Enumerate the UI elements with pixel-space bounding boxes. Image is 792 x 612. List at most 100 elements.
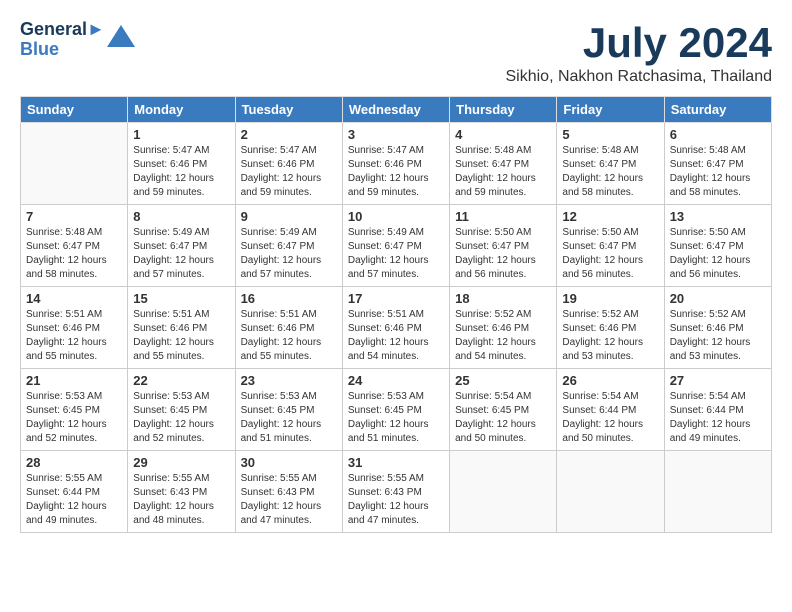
day-content-line: and 57 minutes. xyxy=(241,269,312,280)
calendar-cell: 8 Sunrise: 5:49 AMSunset: 6:47 PMDaylight… xyxy=(128,205,235,287)
day-content: Sunrise: 5:52 AMSunset: 6:46 PMDaylight:… xyxy=(670,308,766,364)
day-content-line: Daylight: 12 hours xyxy=(348,337,429,348)
day-content-line: Sunset: 6:46 PM xyxy=(348,323,422,334)
day-content-line: and 59 minutes. xyxy=(241,187,312,198)
day-content-line: and 58 minutes. xyxy=(670,187,741,198)
day-content-line: Sunrise: 5:55 AM xyxy=(348,473,424,484)
day-number: 8 xyxy=(133,209,229,224)
calendar-cell: 15Sunrise: 5:51 AMSunset: 6:46 PMDayligh… xyxy=(128,287,235,369)
day-content: Sunrise: 5:50 AMSunset: 6:47 PMDaylight:… xyxy=(670,226,766,282)
day-content-line: Daylight: 12 hours xyxy=(133,173,214,184)
day-number: 3 xyxy=(348,127,444,142)
day-content-line: Sunset: 6:44 PM xyxy=(562,405,636,416)
day-number: 21 xyxy=(26,373,122,388)
day-content-line: and 59 minutes. xyxy=(348,187,419,198)
day-content: Sunrise: 5:54 AMSunset: 6:44 PMDaylight:… xyxy=(670,390,766,446)
day-content-line: Sunrise: 5:51 AM xyxy=(133,309,209,320)
day-content: Sunrise: 5:47 AMSunset: 6:46 PMDaylight:… xyxy=(133,144,229,200)
day-content-line: and 56 minutes. xyxy=(670,269,741,280)
day-content-line: Sunset: 6:46 PM xyxy=(26,323,100,334)
day-content-line: Sunrise: 5:55 AM xyxy=(26,473,102,484)
day-content: Sunrise: 5:54 AMSunset: 6:44 PMDaylight:… xyxy=(562,390,658,446)
calendar-cell: 29Sunrise: 5:55 AMSunset: 6:43 PMDayligh… xyxy=(128,451,235,533)
day-number: 6 xyxy=(670,127,766,142)
day-content-line: Sunset: 6:47 PM xyxy=(562,241,636,252)
calendar-cell: 13 Sunrise: 5:50 AMSunset: 6:47 PMDayligh… xyxy=(664,205,771,287)
day-content: Sunrise: 5:49 AMSunset: 6:47 PMDaylight:… xyxy=(241,226,337,282)
calendar-cell: 11Sunrise: 5:50 AMSunset: 6:47 PMDayligh… xyxy=(450,205,557,287)
day-content-line: and 52 minutes. xyxy=(26,433,97,444)
day-number: 13 xyxy=(670,209,766,224)
day-content-line: Sunrise: 5:51 AM xyxy=(26,309,102,320)
day-content-line: Daylight: 12 hours xyxy=(562,419,643,430)
day-number: 28 xyxy=(26,455,122,470)
day-content: Sunrise: 5:49 AMSunset: 6:47 PMDaylight:… xyxy=(133,226,229,282)
calendar-week-4: 21 Sunrise: 5:53 AM Sunset: 6:45 PM Dayligh… xyxy=(21,369,772,451)
day-content-line: Sunset: 6:47 PM xyxy=(670,159,744,170)
day-content-line: Sunrise: 5:48 AM xyxy=(455,145,531,156)
calendar-cell: 27Sunrise: 5:54 AMSunset: 6:44 PMDayligh… xyxy=(664,369,771,451)
calendar-cell: 6Sunrise: 5:48 AMSunset: 6:47 PMDaylight… xyxy=(664,123,771,205)
day-content-line: Sunrise: 5:54 AM xyxy=(455,391,531,402)
day-number: 17 xyxy=(348,291,444,306)
calendar-week-1: 1Sunrise: 5:47 AMSunset: 6:46 PMDaylight… xyxy=(21,123,772,205)
page-header: General► Blue July 2024 Sikhio, Nakhon R… xyxy=(20,20,772,86)
calendar-cell: 19Sunrise: 5:52 AMSunset: 6:46 PMDayligh… xyxy=(557,287,664,369)
day-content-line: Daylight: 12 hours xyxy=(455,173,536,184)
day-content-line: Sunset: 6:45 PM xyxy=(133,405,207,416)
day-content-line: Sunrise: 5:51 AM xyxy=(348,309,424,320)
calendar-cell: 16Sunrise: 5:51 AMSunset: 6:46 PMDayligh… xyxy=(235,287,342,369)
day-content-line: and 53 minutes. xyxy=(562,351,633,362)
calendar-week-2: 7Sunrise: 5:48 AMSunset: 6:47 PMDaylight… xyxy=(21,205,772,287)
day-number: 24 xyxy=(348,373,444,388)
day-content-line: Sunrise: 5:51 AM xyxy=(241,309,317,320)
weekday-header-row: SundayMondayTuesdayWednesdayThursdayFrid… xyxy=(21,97,772,123)
calendar-week-5: 28Sunrise: 5:55 AMSunset: 6:44 PMDayligh… xyxy=(21,451,772,533)
day-number: 12 xyxy=(562,209,658,224)
calendar-cell: 17 Sunrise: 5:51 AM Sunset: 6:46 PM Dayligh… xyxy=(342,287,449,369)
day-content-line: Sunset: 6:47 PM xyxy=(26,241,100,252)
day-number: 5 xyxy=(562,127,658,142)
day-content-line: and 58 minutes. xyxy=(562,187,633,198)
month-title: July 2024 xyxy=(505,20,772,66)
day-content: Sunrise: 5:50 AMSunset: 6:47 PMDaylight:… xyxy=(562,226,658,282)
calendar-cell: 5Sunrise: 5:48 AMSunset: 6:47 PMDaylight… xyxy=(557,123,664,205)
day-content-line: and 50 minutes. xyxy=(562,433,633,444)
calendar-cell: 3Sunrise: 5:47 AMSunset: 6:46 PMDaylight… xyxy=(342,123,449,205)
day-content-line: Daylight: 12 hours xyxy=(241,255,322,266)
day-content-line: and 52 minutes. xyxy=(133,433,204,444)
title-block: July 2024 Sikhio, Nakhon Ratchasima, Tha… xyxy=(505,20,772,86)
day-content-line: and 59 minutes. xyxy=(455,187,526,198)
day-number: 4 xyxy=(455,127,551,142)
day-content-line: Daylight: 12 hours xyxy=(670,419,751,430)
day-content-line: Sunrise: 5:53 AM xyxy=(26,391,102,402)
day-content-line: Sunrise: 5:53 AM xyxy=(348,391,424,402)
day-number: 31 xyxy=(348,455,444,470)
day-content-line: Sunset: 6:47 PM xyxy=(455,159,529,170)
day-number: 2 xyxy=(241,127,337,142)
day-content-line: Sunset: 6:43 PM xyxy=(348,487,422,498)
day-content-line: and 47 minutes. xyxy=(348,515,419,526)
weekday-header-tuesday: Tuesday xyxy=(235,97,342,123)
day-content-line: Sunrise: 5:55 AM xyxy=(241,473,317,484)
day-content-line: and 57 minutes. xyxy=(133,269,204,280)
day-number: 30 xyxy=(241,455,337,470)
calendar-cell xyxy=(450,451,557,533)
day-content-line: Sunset: 6:47 PM xyxy=(348,241,422,252)
day-content-line: Sunset: 6:45 PM xyxy=(455,405,529,416)
day-number: 10 xyxy=(348,209,444,224)
day-content-line: Daylight: 12 hours xyxy=(241,173,322,184)
day-content-line: and 58 minutes. xyxy=(26,269,97,280)
day-content-line: Daylight: 12 hours xyxy=(670,337,751,348)
day-content-line: Sunset: 6:47 PM xyxy=(670,241,744,252)
weekday-header-friday: Friday xyxy=(557,97,664,123)
day-number: 16 xyxy=(241,291,337,306)
day-content-line: Daylight: 12 hours xyxy=(348,173,429,184)
day-content-line: Sunset: 6:47 PM xyxy=(455,241,529,252)
day-content-line: Daylight: 12 hours xyxy=(348,255,429,266)
calendar-table: SundayMondayTuesdayWednesdayThursdayFrid… xyxy=(20,96,772,533)
day-content-line: and 56 minutes. xyxy=(562,269,633,280)
weekday-header-wednesday: Wednesday xyxy=(342,97,449,123)
day-content-line: and 55 minutes. xyxy=(26,351,97,362)
calendar-cell: 23Sunrise: 5:53 AMSunset: 6:45 PMDayligh… xyxy=(235,369,342,451)
